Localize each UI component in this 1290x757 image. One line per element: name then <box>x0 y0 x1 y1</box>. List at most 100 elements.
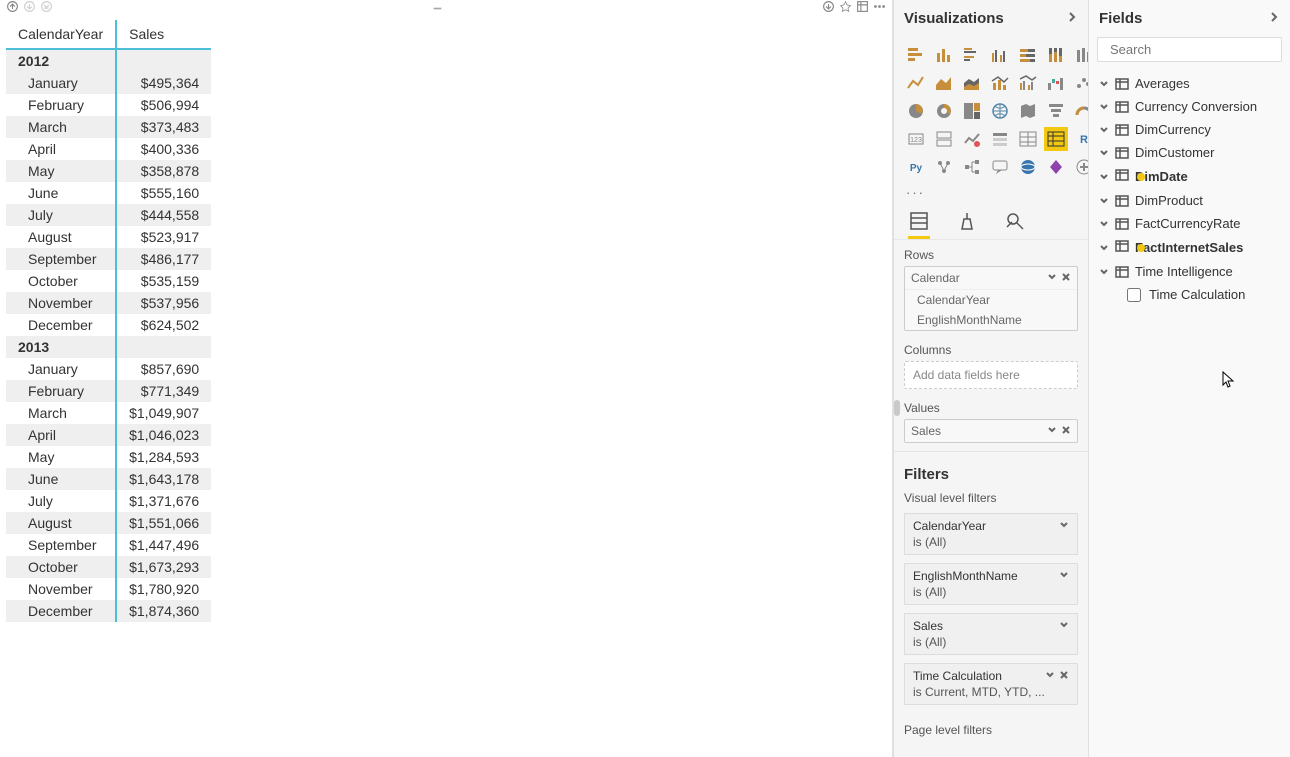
filled-map-icon[interactable] <box>1016 99 1040 123</box>
month-cell[interactable]: November <box>6 292 116 314</box>
value-cell[interactable]: $535,159 <box>116 270 211 292</box>
search-input[interactable] <box>1110 42 1286 57</box>
field-table[interactable]: FactInternetSales <box>1093 235 1286 260</box>
year-cell[interactable]: 2013 <box>6 336 116 358</box>
stacked-bar-icon[interactable] <box>904 43 928 67</box>
pie-chart-icon[interactable] <box>904 99 928 123</box>
line-chart-icon[interactable] <box>904 71 928 95</box>
value-cell[interactable]: $1,447,496 <box>116 534 211 556</box>
kpi-icon[interactable] <box>960 127 984 151</box>
month-cell[interactable]: February <box>6 94 116 116</box>
field-table[interactable]: DimCurrency <box>1093 118 1286 141</box>
month-cell[interactable]: May <box>6 160 116 182</box>
value-cell[interactable]: $1,371,676 <box>116 490 211 512</box>
month-cell[interactable]: July <box>6 490 116 512</box>
analytics-tab[interactable] <box>1004 210 1026 239</box>
drag-grip-icon[interactable] <box>423 2 453 15</box>
chevron-down-icon[interactable] <box>1059 619 1069 633</box>
month-cell[interactable]: November <box>6 578 116 600</box>
r-visual-icon[interactable]: R <box>1072 127 1088 151</box>
field-table[interactable]: Averages <box>1093 72 1286 95</box>
clustered-column-icon[interactable] <box>988 43 1012 67</box>
stacked-column-icon[interactable] <box>932 43 956 67</box>
value-cell[interactable]: $358,878 <box>116 160 211 182</box>
drill-up-icon[interactable] <box>6 0 19 16</box>
month-cell[interactable]: October <box>6 556 116 578</box>
python-visual-icon[interactable]: Py <box>904 155 928 179</box>
treemap-icon[interactable] <box>960 99 984 123</box>
pin-icon[interactable] <box>839 0 852 16</box>
value-cell[interactable]: $506,994 <box>116 94 211 116</box>
month-cell[interactable]: December <box>6 600 116 622</box>
field-table[interactable]: FactCurrencyRate <box>1093 212 1286 235</box>
value-cell[interactable]: $1,874,360 <box>116 600 211 622</box>
field-table[interactable]: Currency Conversion <box>1093 95 1286 118</box>
ribbon-chart-icon[interactable] <box>1072 43 1088 67</box>
value-cell[interactable]: $1,551,066 <box>116 512 211 534</box>
chevron-down-icon[interactable] <box>1045 669 1055 683</box>
more-options-icon[interactable] <box>873 0 886 16</box>
value-cell[interactable]: $523,917 <box>116 226 211 248</box>
area-chart-icon[interactable] <box>932 71 956 95</box>
fields-search[interactable] <box>1097 37 1282 62</box>
value-cell[interactable]: $1,643,178 <box>116 468 211 490</box>
month-cell[interactable]: June <box>6 468 116 490</box>
hundred-stacked-bar-icon[interactable] <box>1016 43 1040 67</box>
remove-field-icon[interactable] <box>1061 271 1071 285</box>
scatter-icon[interactable] <box>1072 71 1088 95</box>
month-cell[interactable]: January <box>6 358 116 380</box>
field-table[interactable]: DimCustomer <box>1093 141 1286 164</box>
month-cell[interactable]: March <box>6 402 116 424</box>
remove-filter-icon[interactable] <box>1059 669 1069 683</box>
field-table[interactable]: Time Intelligence <box>1093 260 1286 283</box>
month-cell[interactable]: February <box>6 380 116 402</box>
scrollbar-thumb[interactable] <box>894 400 900 416</box>
values-well[interactable]: Sales <box>904 419 1078 443</box>
slicer-icon[interactable] <box>988 127 1012 151</box>
value-cell[interactable]: $537,956 <box>116 292 211 314</box>
field-table[interactable]: DimDate <box>1093 164 1286 189</box>
value-cell[interactable]: $400,336 <box>116 138 211 160</box>
month-cell[interactable]: April <box>6 424 116 446</box>
month-cell[interactable]: October <box>6 270 116 292</box>
waterfall-icon[interactable] <box>1044 71 1068 95</box>
value-cell[interactable]: $1,284,593 <box>116 446 211 468</box>
export-icon[interactable] <box>822 0 835 16</box>
month-cell[interactable]: May <box>6 446 116 468</box>
format-tab[interactable] <box>956 210 978 239</box>
month-cell[interactable]: January <box>6 72 116 94</box>
collapse-panel-icon[interactable] <box>1268 10 1280 27</box>
stacked-area-icon[interactable] <box>960 71 984 95</box>
month-cell[interactable]: December <box>6 314 116 336</box>
month-cell[interactable]: July <box>6 204 116 226</box>
clustered-bar-icon[interactable] <box>960 43 984 67</box>
year-cell[interactable]: 2012 <box>6 49 116 72</box>
gauge-icon[interactable] <box>1072 99 1088 123</box>
powerapps-icon[interactable] <box>1044 155 1068 179</box>
value-cell[interactable]: $373,483 <box>116 116 211 138</box>
chevron-down-icon[interactable] <box>1059 519 1069 533</box>
rows-well[interactable]: Calendar CalendarYear EnglishMonthName <box>904 266 1078 331</box>
field-column[interactable]: Time Calculation <box>1093 283 1286 306</box>
more-visuals-icon[interactable]: ··· <box>894 185 1088 206</box>
value-cell[interactable]: $444,558 <box>116 204 211 226</box>
filter-card[interactable]: CalendarYear is (All) <box>904 513 1078 555</box>
month-cell[interactable]: August <box>6 226 116 248</box>
key-influencers-icon[interactable] <box>932 155 956 179</box>
value-cell[interactable]: $555,160 <box>116 182 211 204</box>
fields-tab[interactable] <box>908 210 930 239</box>
qa-visual-icon[interactable] <box>988 155 1012 179</box>
filter-card[interactable]: Time Calculation is Current, MTD, YTD, .… <box>904 663 1078 705</box>
month-cell[interactable]: September <box>6 534 116 556</box>
month-cell[interactable]: June <box>6 182 116 204</box>
focus-mode-icon[interactable] <box>856 0 869 16</box>
column-header-sales[interactable]: Sales <box>116 20 211 49</box>
decomposition-tree-icon[interactable] <box>960 155 984 179</box>
filter-card[interactable]: EnglishMonthName is (All) <box>904 563 1078 605</box>
value-cell[interactable]: $771,349 <box>116 380 211 402</box>
filter-card[interactable]: Sales is (All) <box>904 613 1078 655</box>
value-cell[interactable]: $1,673,293 <box>116 556 211 578</box>
value-cell[interactable]: $1,049,907 <box>116 402 211 424</box>
drill-down-icon[interactable] <box>23 0 36 16</box>
chevron-down-icon[interactable] <box>1047 424 1057 438</box>
